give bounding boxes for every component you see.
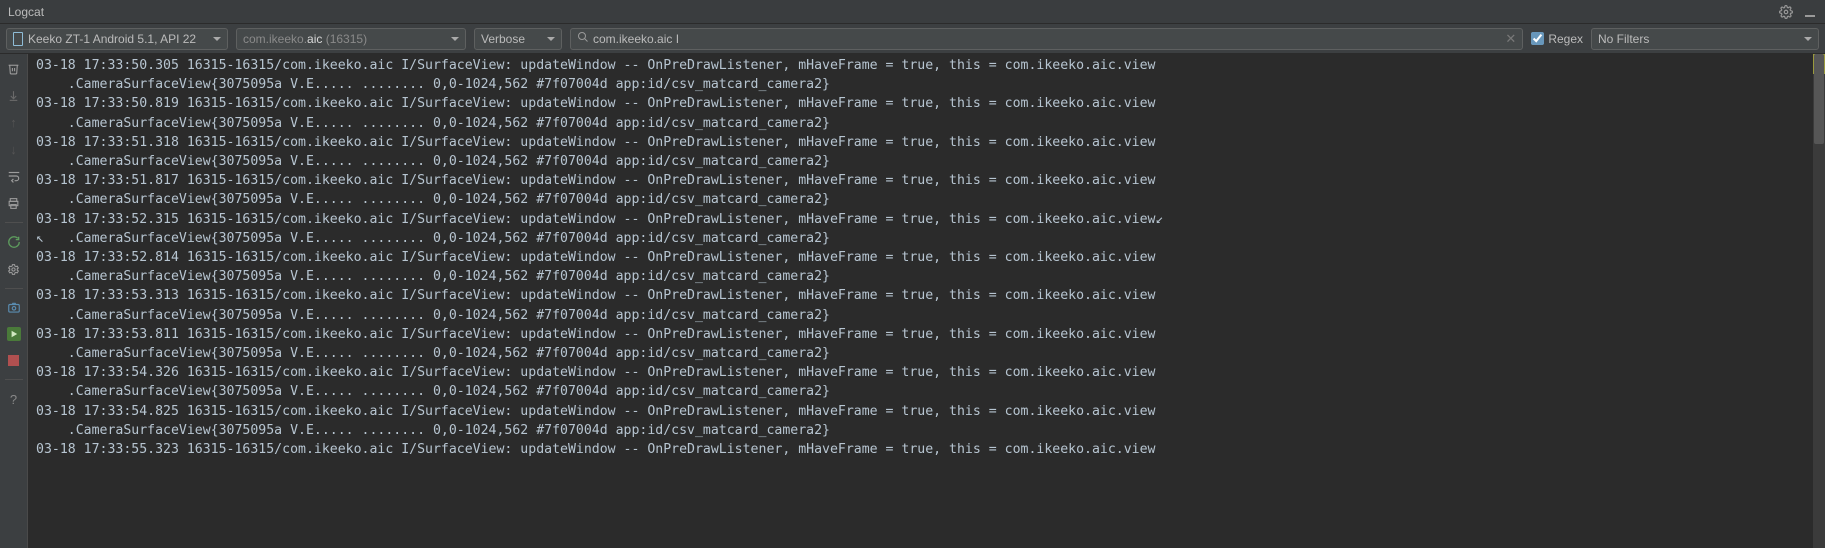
gutter-separator <box>5 222 23 223</box>
log-text[interactable]: 03-18 17:33:50.305 16315-16315/com.ikeek… <box>28 54 1825 459</box>
scroll-end-icon[interactable] <box>6 87 22 103</box>
filter-label: No Filters <box>1598 32 1649 46</box>
search-field[interactable]: ✕ <box>570 28 1523 50</box>
help-icon[interactable]: ? <box>6 391 22 407</box>
logcat-gutter: ↑ ↓ ? <box>0 54 28 548</box>
filter-selector[interactable]: No Filters <box>1591 28 1819 50</box>
log-output-area[interactable]: 03-18 17:33:50.305 16315-16315/com.ikeek… <box>28 54 1825 548</box>
up-icon[interactable]: ↑ <box>6 114 22 130</box>
device-icon <box>13 32 23 46</box>
trash-icon[interactable] <box>6 60 22 76</box>
logcat-toolbar: Keeko ZT-1 Android 5.1, API 22 com.ikeek… <box>0 24 1825 54</box>
log-scrollbar[interactable] <box>1813 54 1825 548</box>
regex-label: Regex <box>1548 32 1583 46</box>
scrollbar-thumb[interactable] <box>1814 54 1824 144</box>
search-input[interactable] <box>593 32 1505 46</box>
header-controls <box>1779 5 1817 19</box>
clear-search-icon[interactable]: ✕ <box>1505 31 1516 47</box>
screenshot-icon[interactable] <box>6 300 22 316</box>
print-icon[interactable] <box>6 195 22 211</box>
regex-toggle[interactable]: Regex <box>1531 32 1583 46</box>
gutter-gear-icon[interactable] <box>6 261 22 277</box>
panel-title: Logcat <box>8 5 44 19</box>
minimize-icon[interactable] <box>1803 5 1817 19</box>
restart-icon[interactable] <box>6 234 22 250</box>
regex-checkbox[interactable] <box>1531 32 1544 45</box>
stop-icon[interactable] <box>6 352 22 368</box>
log-level-selector[interactable]: Verbose <box>474 28 562 50</box>
gear-icon[interactable] <box>1779 5 1793 19</box>
soft-wrap-icon[interactable] <box>6 168 22 184</box>
package-selector[interactable]: com.ikeeko.aic (16315) <box>236 28 466 50</box>
device-label: Keeko ZT-1 Android 5.1, API 22 <box>28 32 196 46</box>
gutter-separator-2 <box>5 288 23 289</box>
gutter-separator-3 <box>5 379 23 380</box>
device-selector[interactable]: Keeko ZT-1 Android 5.1, API 22 <box>6 28 228 50</box>
package-label: com.ikeeko.aic (16315) <box>243 32 367 46</box>
logcat-body: ↑ ↓ ? 03-18 17:33:50.305 16315-16315/com… <box>0 54 1825 548</box>
search-icon <box>577 31 589 46</box>
log-level-label: Verbose <box>481 32 525 46</box>
down-icon[interactable]: ↓ <box>6 141 22 157</box>
panel-header: Logcat <box>0 0 1825 24</box>
screen-record-icon[interactable] <box>7 327 21 341</box>
